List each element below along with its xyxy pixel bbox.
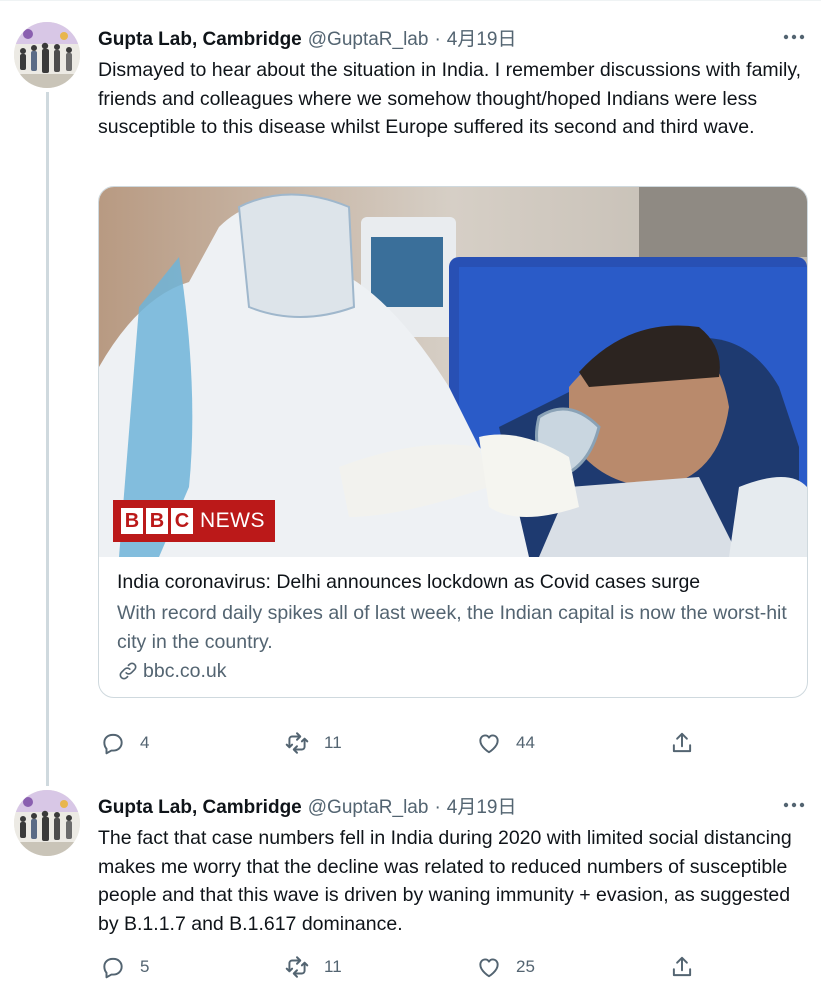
share-icon xyxy=(672,732,692,753)
link-icon xyxy=(119,662,137,680)
tweet-header: Gupta Lab, Cambridge @GuptaR_lab · 4月19日 xyxy=(98,24,516,50)
retweet-count: 11 xyxy=(324,957,342,976)
share-button[interactable] xyxy=(669,954,695,980)
share-icon xyxy=(672,956,692,977)
share-button[interactable] xyxy=(669,730,695,756)
card-body: India coronavirus: Delhi announces lockd… xyxy=(99,557,807,697)
avatar-group-photo xyxy=(14,790,80,856)
reply-button[interactable]: 4 xyxy=(100,730,149,756)
retweet-button[interactable]: 11 xyxy=(284,954,342,980)
reply-icon xyxy=(103,957,123,979)
card-description: With record daily spikes all of last wee… xyxy=(117,602,787,653)
like-count: 25 xyxy=(516,957,535,976)
reply-icon xyxy=(103,733,123,755)
author-handle[interactable]: @GuptaR_lab xyxy=(308,29,429,51)
retweet-count: 11 xyxy=(324,733,342,752)
tweet-date[interactable]: 4月19日 xyxy=(447,792,517,819)
separator-dot: · xyxy=(434,797,441,818)
more-icon[interactable] xyxy=(783,33,805,41)
tweet-actions: 4 11 44 xyxy=(98,730,798,760)
tweet-text: Dismayed to hear about the situation in … xyxy=(98,59,802,138)
author-handle[interactable]: @GuptaR_lab xyxy=(308,797,429,819)
author-name[interactable]: Gupta Lab, Cambridge xyxy=(98,29,302,51)
more-icon[interactable] xyxy=(783,801,805,809)
card-domain-text: bbc.co.uk xyxy=(143,660,227,682)
bbc-logo-letter: B xyxy=(121,508,143,534)
like-icon xyxy=(479,958,499,978)
like-icon xyxy=(479,734,499,754)
avatar-group-photo xyxy=(14,22,80,88)
bbc-news-logo: B B C NEWS xyxy=(113,500,275,542)
like-button[interactable]: 44 xyxy=(476,730,535,756)
reply-count: 4 xyxy=(140,733,150,752)
top-divider xyxy=(0,0,821,1)
reply-count: 5 xyxy=(140,957,150,976)
thread-connector-line xyxy=(46,92,49,786)
bbc-logo-letter: B xyxy=(146,508,168,534)
avatar[interactable] xyxy=(14,790,80,856)
retweet-icon xyxy=(285,956,309,978)
like-count: 44 xyxy=(516,733,535,752)
card-domain: bbc.co.uk xyxy=(117,657,789,685)
retweet-icon xyxy=(285,732,309,754)
link-card[interactable]: B B C NEWS India coronavirus: Delhi anno… xyxy=(98,186,808,698)
tweet-actions: 5 11 25 xyxy=(98,954,798,984)
card-title: India coronavirus: Delhi announces lockd… xyxy=(117,571,701,593)
like-button[interactable]: 25 xyxy=(476,954,535,980)
bbc-logo-letter: C xyxy=(171,508,193,534)
bbc-logo-word: NEWS xyxy=(200,509,265,532)
reply-button[interactable]: 5 xyxy=(100,954,149,980)
card-image: B B C NEWS xyxy=(99,187,807,557)
tweet-date[interactable]: 4月19日 xyxy=(447,24,517,51)
retweet-button[interactable]: 11 xyxy=(284,730,342,756)
tweet-header: Gupta Lab, Cambridge @GuptaR_lab · 4月19日 xyxy=(98,792,516,818)
author-name[interactable]: Gupta Lab, Cambridge xyxy=(98,797,302,819)
tweet-text: The fact that case numbers fell in India… xyxy=(98,827,792,935)
avatar[interactable] xyxy=(14,22,80,88)
separator-dot: · xyxy=(434,29,441,50)
